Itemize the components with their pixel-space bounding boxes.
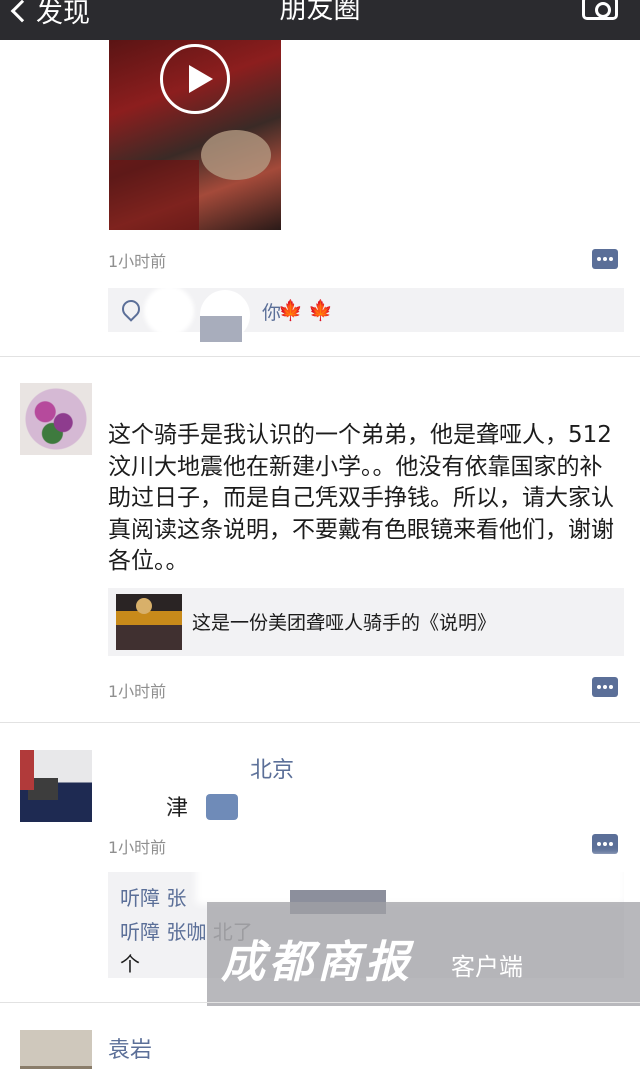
avatar[interactable] (20, 750, 92, 822)
avatar[interactable] (20, 383, 92, 455)
user-name[interactable]: 北京 (250, 752, 294, 784)
post-text: 这个骑手是我认识的一个弟弟，他是聋哑人，512汶川大地震他在新建小学。。他没有依… (108, 422, 614, 574)
text-redacted (108, 788, 164, 820)
post-time: 1小时前 (108, 682, 167, 701)
reply-user[interactable]: 听障 张 (120, 886, 186, 910)
play-icon[interactable] (160, 44, 230, 114)
comment-icon[interactable] (592, 677, 618, 697)
reply-user[interactable]: 听障 张咖 (120, 920, 206, 944)
watermark: 成都商报 客户端 (207, 902, 640, 1006)
page-title: 朋友圈 (279, 0, 361, 25)
watermark-logo-text: 成都商报 (221, 937, 413, 988)
post-text: 津 (166, 796, 189, 821)
heart-icon (118, 296, 144, 322)
divider (0, 722, 640, 723)
comment-icon[interactable] (592, 834, 618, 854)
nav-bar: 发现 朋友圈 (0, 0, 640, 40)
text-redacted (196, 856, 626, 904)
link-thumbnail (116, 594, 182, 650)
reply-row[interactable]: 听障 张 (120, 882, 186, 911)
divider (0, 1002, 640, 1003)
post-time: 1小时前 (108, 838, 167, 857)
user-name[interactable]: 袁岩 (108, 1032, 152, 1064)
post-time: 1小时前 (108, 252, 167, 271)
reply-row[interactable]: 个 (120, 948, 140, 977)
emoji-icon (206, 794, 238, 820)
divider (0, 356, 640, 357)
reply-text: 个 (120, 952, 140, 976)
comment-icon[interactable] (592, 249, 618, 269)
maple-leaf-icon: 🍁 (278, 298, 303, 322)
camera-icon[interactable] (582, 0, 618, 20)
link-title: 这是一份美团聋哑人骑手的《说明》 (192, 612, 497, 634)
watermark-sub-text: 客户端 (451, 953, 523, 981)
link-card[interactable]: 这是一份美团聋哑人骑手的《说明》 (108, 588, 624, 656)
video-thumbnail[interactable] (109, 40, 281, 230)
name-redacted (108, 750, 248, 778)
avatar[interactable] (20, 1030, 92, 1069)
blur-mask (200, 316, 242, 342)
blur-mask (144, 286, 194, 336)
maple-leaf-icon: 🍁 (308, 298, 333, 322)
name-redacted (108, 388, 218, 410)
